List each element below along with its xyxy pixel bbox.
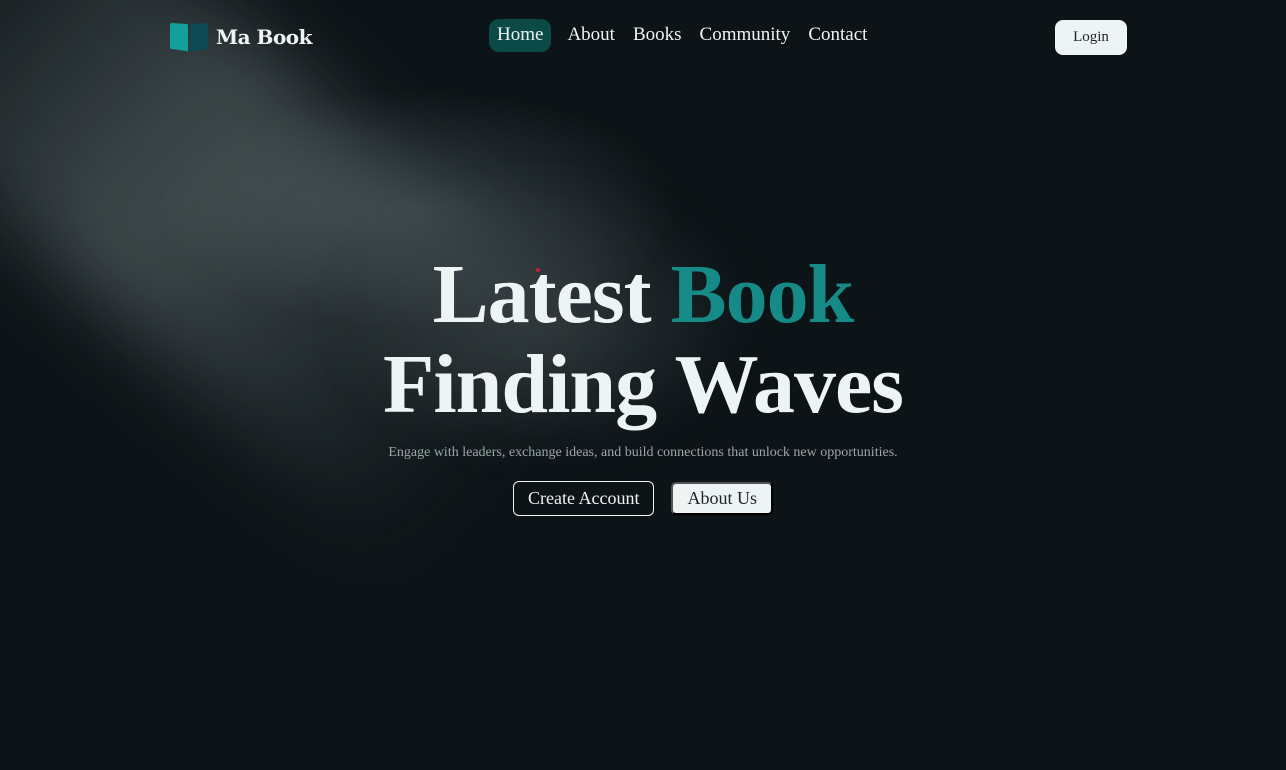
brand-logo-link[interactable]: Ma Book	[168, 20, 313, 54]
hero-title-line1: Latest Book	[0, 250, 1286, 340]
brand-name: Ma Book	[216, 25, 313, 49]
hero-subtitle: Engage with leaders, exchange ideas, and…	[388, 445, 898, 460]
nav-item-contact[interactable]: Contact	[800, 19, 875, 52]
nav-item-community[interactable]: Community	[692, 19, 799, 52]
hero-actions: Create Account About Us	[0, 481, 1286, 516]
nav-item-about[interactable]: About	[559, 19, 623, 52]
hero-title-word: Latest	[432, 248, 652, 341]
hero-title-line2: Finding Waves	[383, 338, 904, 431]
create-account-button[interactable]: Create Account	[513, 481, 655, 516]
about-us-button[interactable]: About Us	[671, 482, 773, 515]
open-book-icon	[170, 23, 208, 52]
login-button[interactable]: Login	[1055, 20, 1127, 55]
nav-item-books[interactable]: Books	[625, 19, 690, 52]
hero-section: Latest Book Finding Waves Engage with le…	[0, 250, 1286, 516]
top-navbar: Ma Book Home About Books Community Conta…	[0, 0, 1286, 76]
landing-page: Ma Book Home About Books Community Conta…	[0, 0, 1286, 770]
main-nav: Home About Books Community Contact	[489, 19, 875, 52]
hero-title-accent: Book	[670, 248, 855, 341]
nav-item-home[interactable]: Home	[489, 19, 552, 52]
